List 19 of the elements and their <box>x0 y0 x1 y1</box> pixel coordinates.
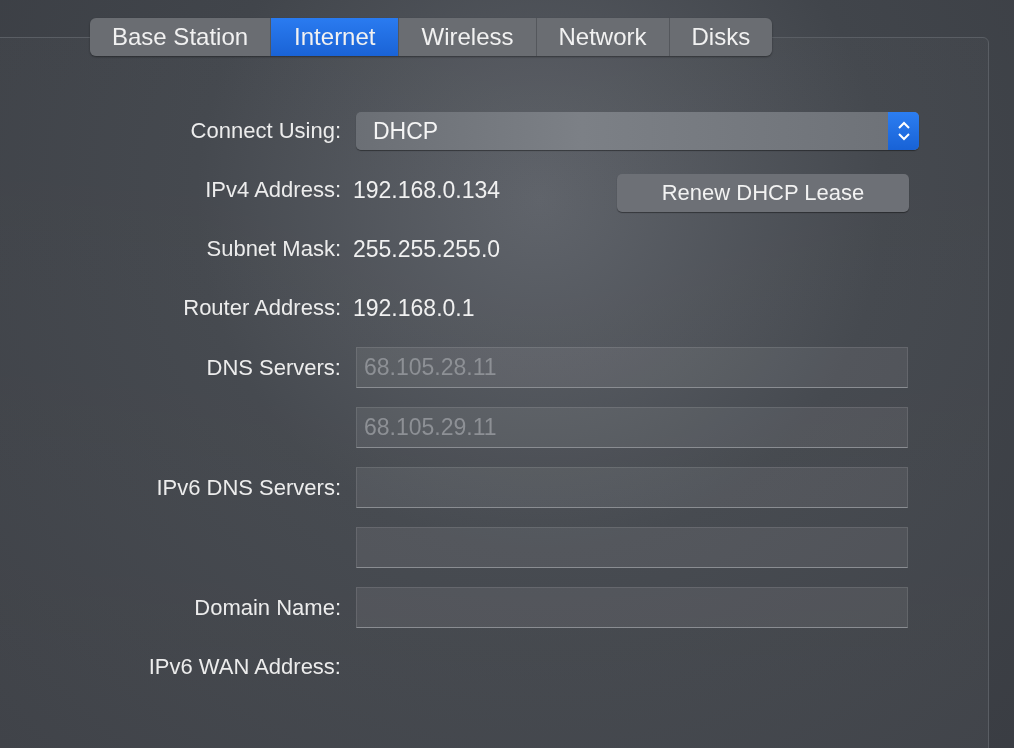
field-value: 192.168.0.134 <box>353 176 501 204</box>
stepper-icon <box>888 112 919 150</box>
field-label: Domain Name: <box>193 593 341 622</box>
connect-popup[interactable]: DHCP <box>356 112 919 150</box>
tab[interactable]: Base Station <box>90 18 272 56</box>
field-label: IPv4 Address: <box>204 176 341 204</box>
field-value: 192.168.0.1 <box>353 294 475 322</box>
tab[interactable]: Disks <box>669 18 773 56</box>
field-label: IPv6 WAN Address: <box>147 653 341 681</box>
field-label: Subnet Mask: <box>205 235 341 263</box>
tab[interactable]: Wireless <box>399 18 537 56</box>
field-value: 255.255.255.0 <box>353 235 501 263</box>
renew-button[interactable]: Renew DHCP Lease <box>617 174 909 212</box>
field-label: Connect Using: <box>189 117 341 145</box>
tab[interactable]: Internet <box>271 18 400 56</box>
field-label: DNS Servers: <box>205 353 341 382</box>
tab[interactable]: Network <box>536 18 670 56</box>
field-label: IPv6 DNS Servers: <box>155 473 341 502</box>
field-label: Router Address: <box>182 294 341 322</box>
